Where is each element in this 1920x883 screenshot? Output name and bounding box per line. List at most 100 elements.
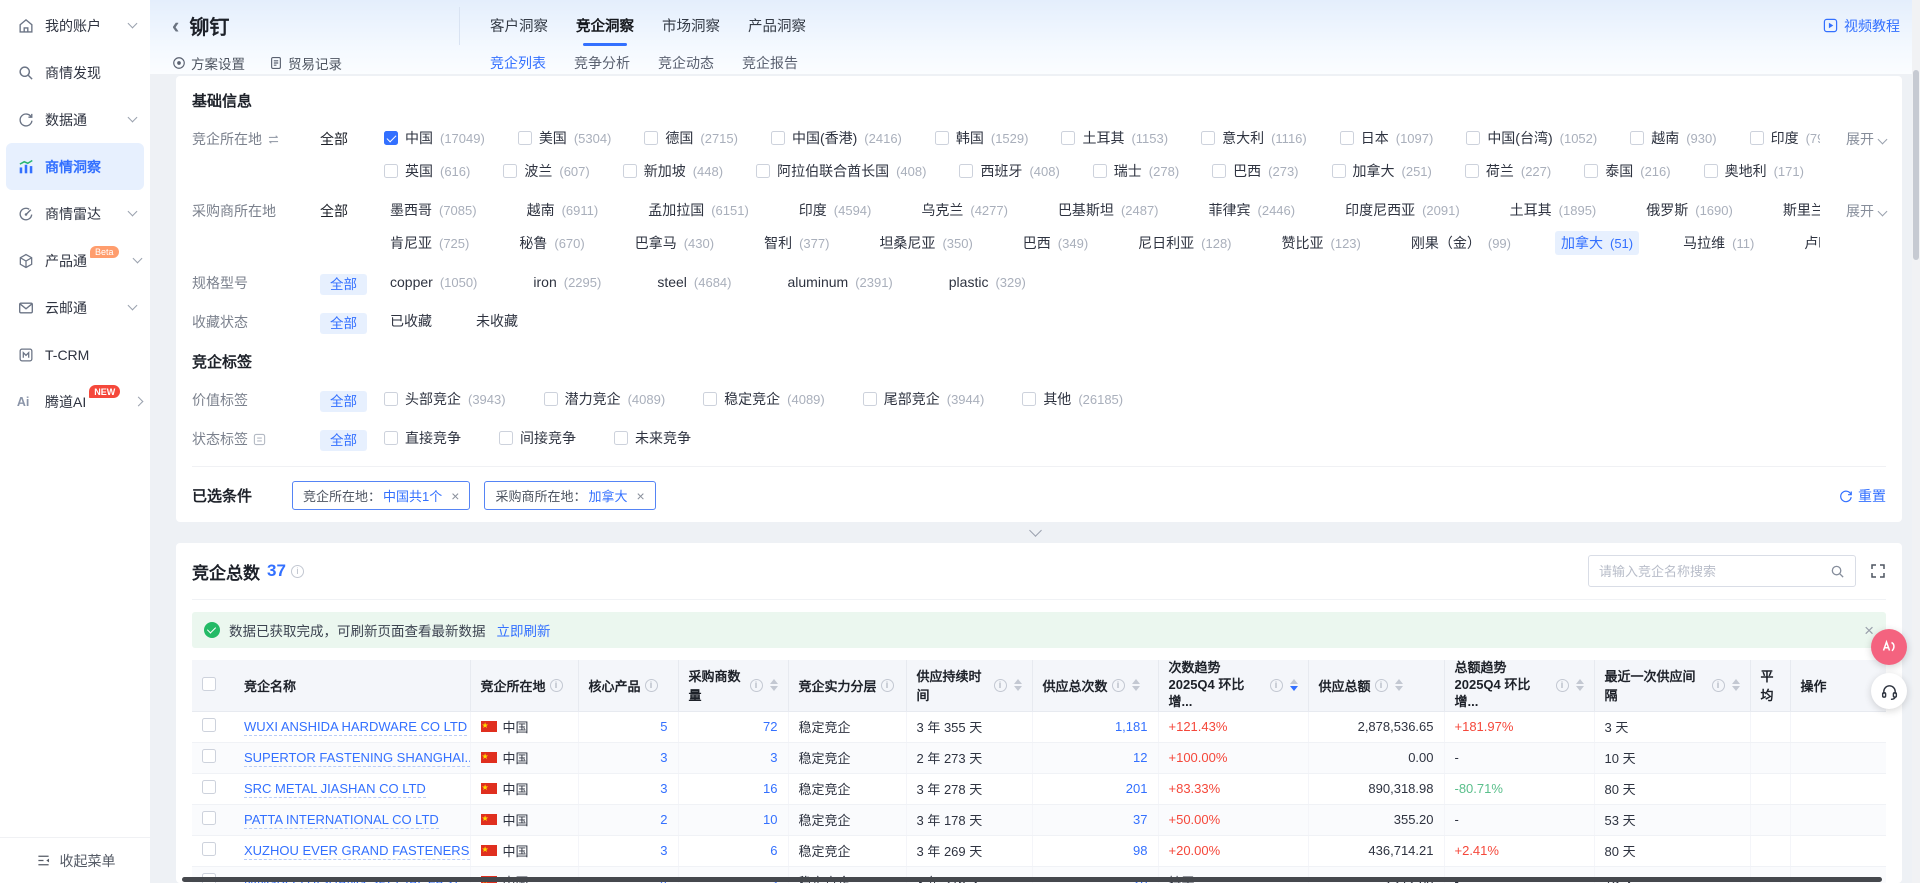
remove-tag-icon[interactable]: × [451, 489, 459, 503]
video-tutorial-link[interactable]: 视频教程 [1823, 16, 1900, 36]
search-icon[interactable] [1830, 564, 1845, 579]
row-checkbox[interactable] [202, 780, 216, 794]
checkbox[interactable] [1340, 131, 1354, 145]
collapse-menu-button[interactable]: 收起菜单 [0, 837, 150, 883]
info-icon[interactable]: i [1270, 679, 1283, 692]
checkbox[interactable] [384, 131, 398, 145]
filter-option[interactable]: 印度 (4594) [793, 198, 878, 222]
filter-option[interactable]: 新加坡 (448) [623, 161, 723, 181]
sort-icon[interactable] [1132, 679, 1140, 691]
filter-option[interactable]: plastic (329) [943, 272, 1032, 292]
checkbox[interactable] [703, 392, 717, 406]
filter-collapse-handle[interactable] [150, 522, 1920, 543]
checkbox[interactable] [499, 431, 513, 445]
info-icon[interactable]: i [550, 679, 563, 692]
all-option[interactable]: 全部 [320, 131, 348, 147]
filter-option[interactable]: 智利 (377) [758, 231, 835, 255]
subtab-competitor-list[interactable]: 竞企列表 [490, 46, 546, 79]
checkbox[interactable] [1704, 164, 1718, 178]
info-icon[interactable]: i [750, 679, 763, 692]
filter-option[interactable]: 印度 (797) [1750, 128, 1820, 148]
buyer-count[interactable]: 6 [770, 843, 777, 858]
filter-option[interactable]: 斯里兰卡 (1199) [1777, 198, 1820, 222]
filter-option[interactable]: copper (1050) [384, 272, 483, 292]
customer-service-button[interactable] [1871, 673, 1907, 709]
company-name-link[interactable]: XUZHOU EVER GRAND FASTENERS... [244, 843, 470, 860]
company-name-link[interactable]: SUPERTOR FASTENING SHANGHAI... [244, 750, 470, 767]
column-header-last-supply-gap[interactable]: 最近一次供应间隔i [1594, 660, 1750, 711]
info-icon[interactable]: i [994, 679, 1007, 692]
filter-option[interactable]: 韩国 (1529) [935, 128, 1029, 148]
sidebar-item-tcrm[interactable]: T-CRM [6, 331, 144, 378]
reset-button[interactable]: 重置 [1839, 486, 1886, 506]
sidebar-item-radar[interactable]: 商情雷达 [6, 190, 144, 237]
sidebar-item-account[interactable]: 我的账户 [6, 2, 144, 49]
refresh-now-link[interactable]: 立即刷新 [497, 620, 551, 640]
supply-times[interactable]: 98 [1133, 843, 1147, 858]
checkbox[interactable] [1465, 164, 1479, 178]
filter-option[interactable]: 未来竞争 [614, 428, 691, 448]
info-icon[interactable]: i [1556, 679, 1569, 692]
filter-option[interactable]: 越南 (6911) [521, 198, 605, 222]
filter-option[interactable]: 稳定竞企 (4089) [703, 389, 825, 409]
filter-option[interactable]: 巴基斯坦 (2487) [1052, 198, 1165, 222]
filter-option[interactable]: 孟加拉国 (6151) [642, 198, 755, 222]
filter-option[interactable]: 中国(香港) (2416) [771, 128, 902, 148]
trade-records-button[interactable]: 贸易记录 [269, 53, 342, 73]
checkbox[interactable] [1022, 392, 1036, 406]
core-products-count[interactable]: 2 [660, 812, 667, 827]
tab-customer-insight[interactable]: 客户洞察 [490, 7, 548, 44]
checkbox[interactable] [1750, 131, 1764, 145]
subtab-competitor-news[interactable]: 竞企动态 [658, 46, 714, 79]
sort-icon[interactable] [1014, 679, 1022, 691]
filter-option[interactable]: 卢旺达 (7) [1798, 231, 1820, 255]
column-header-supply-duration[interactable]: 供应持续时间i [906, 660, 1032, 711]
buyer-count[interactable]: 10 [763, 812, 777, 827]
sidebar-item-tengdao-ai[interactable]: Ai 腾道AI NEW [6, 378, 144, 425]
company-name-link[interactable]: WUXI ANSHIDA HARDWARE CO LTD [244, 719, 467, 736]
checkbox[interactable] [1332, 164, 1346, 178]
sort-icon[interactable] [1732, 679, 1740, 691]
fullscreen-icon[interactable] [1870, 563, 1886, 579]
filter-option[interactable]: 泰国 (216) [1584, 161, 1670, 181]
checkbox[interactable] [935, 131, 949, 145]
column-header-strength-tier[interactable]: 竞企实力分层i [788, 660, 906, 711]
filter-option[interactable]: 其他 (26185) [1022, 389, 1123, 409]
assistant-avatar[interactable] [1871, 629, 1907, 665]
core-products-count[interactable]: 3 [660, 843, 667, 858]
checkbox[interactable] [1061, 131, 1075, 145]
filter-option[interactable]: 菲律宾 (2446) [1203, 198, 1302, 222]
checkbox[interactable] [623, 164, 637, 178]
filter-option[interactable]: 中国(台湾) (1052) [1466, 128, 1597, 148]
sidebar-item-product-hub[interactable]: 产品通 Beta [6, 237, 144, 284]
checkbox[interactable] [863, 392, 877, 406]
column-header-amount-trend[interactable]: 总额趋势2025Q4 环比增...i [1444, 660, 1594, 711]
filter-option[interactable]: steel (4684) [651, 272, 737, 292]
search-input[interactable] [1599, 564, 1830, 579]
filter-option[interactable]: 土耳其 (1895) [1504, 198, 1603, 222]
filter-option[interactable]: 越南 (930) [1630, 128, 1716, 148]
sidebar-item-insight[interactable]: 商情洞察 [6, 143, 144, 190]
back-button[interactable]: ‹ [172, 15, 179, 37]
supply-times[interactable]: 37 [1133, 812, 1147, 827]
filter-option[interactable]: 荷兰 (227) [1465, 161, 1551, 181]
tab-market-insight[interactable]: 市场洞察 [662, 7, 720, 44]
subtab-competitor-report[interactable]: 竞企报告 [742, 46, 798, 79]
all-option-chip[interactable]: 全部 [320, 313, 367, 334]
sort-icon[interactable] [770, 679, 778, 691]
row-checkbox[interactable] [202, 842, 216, 856]
select-all-checkbox[interactable] [202, 677, 216, 691]
filter-option[interactable]: 加拿大 (251) [1332, 161, 1432, 181]
checkbox[interactable] [1584, 164, 1598, 178]
sidebar-item-data-hub[interactable]: 数据通 [6, 96, 144, 143]
plan-settings-button[interactable]: 方案设置 [172, 53, 245, 73]
info-icon[interactable]: i [645, 679, 658, 692]
info-icon[interactable]: i [881, 679, 894, 692]
sidebar-item-mail-hub[interactable]: 云邮通 [6, 284, 144, 331]
buyer-count[interactable]: 3 [770, 750, 777, 765]
swap-icon[interactable] [267, 134, 280, 145]
filter-option[interactable]: 阿拉伯联合酋长国 (408) [756, 161, 926, 181]
row-checkbox[interactable] [202, 718, 216, 732]
all-option-chip[interactable]: 全部 [320, 274, 367, 295]
filter-option[interactable]: 肯尼亚 (725) [384, 231, 475, 255]
